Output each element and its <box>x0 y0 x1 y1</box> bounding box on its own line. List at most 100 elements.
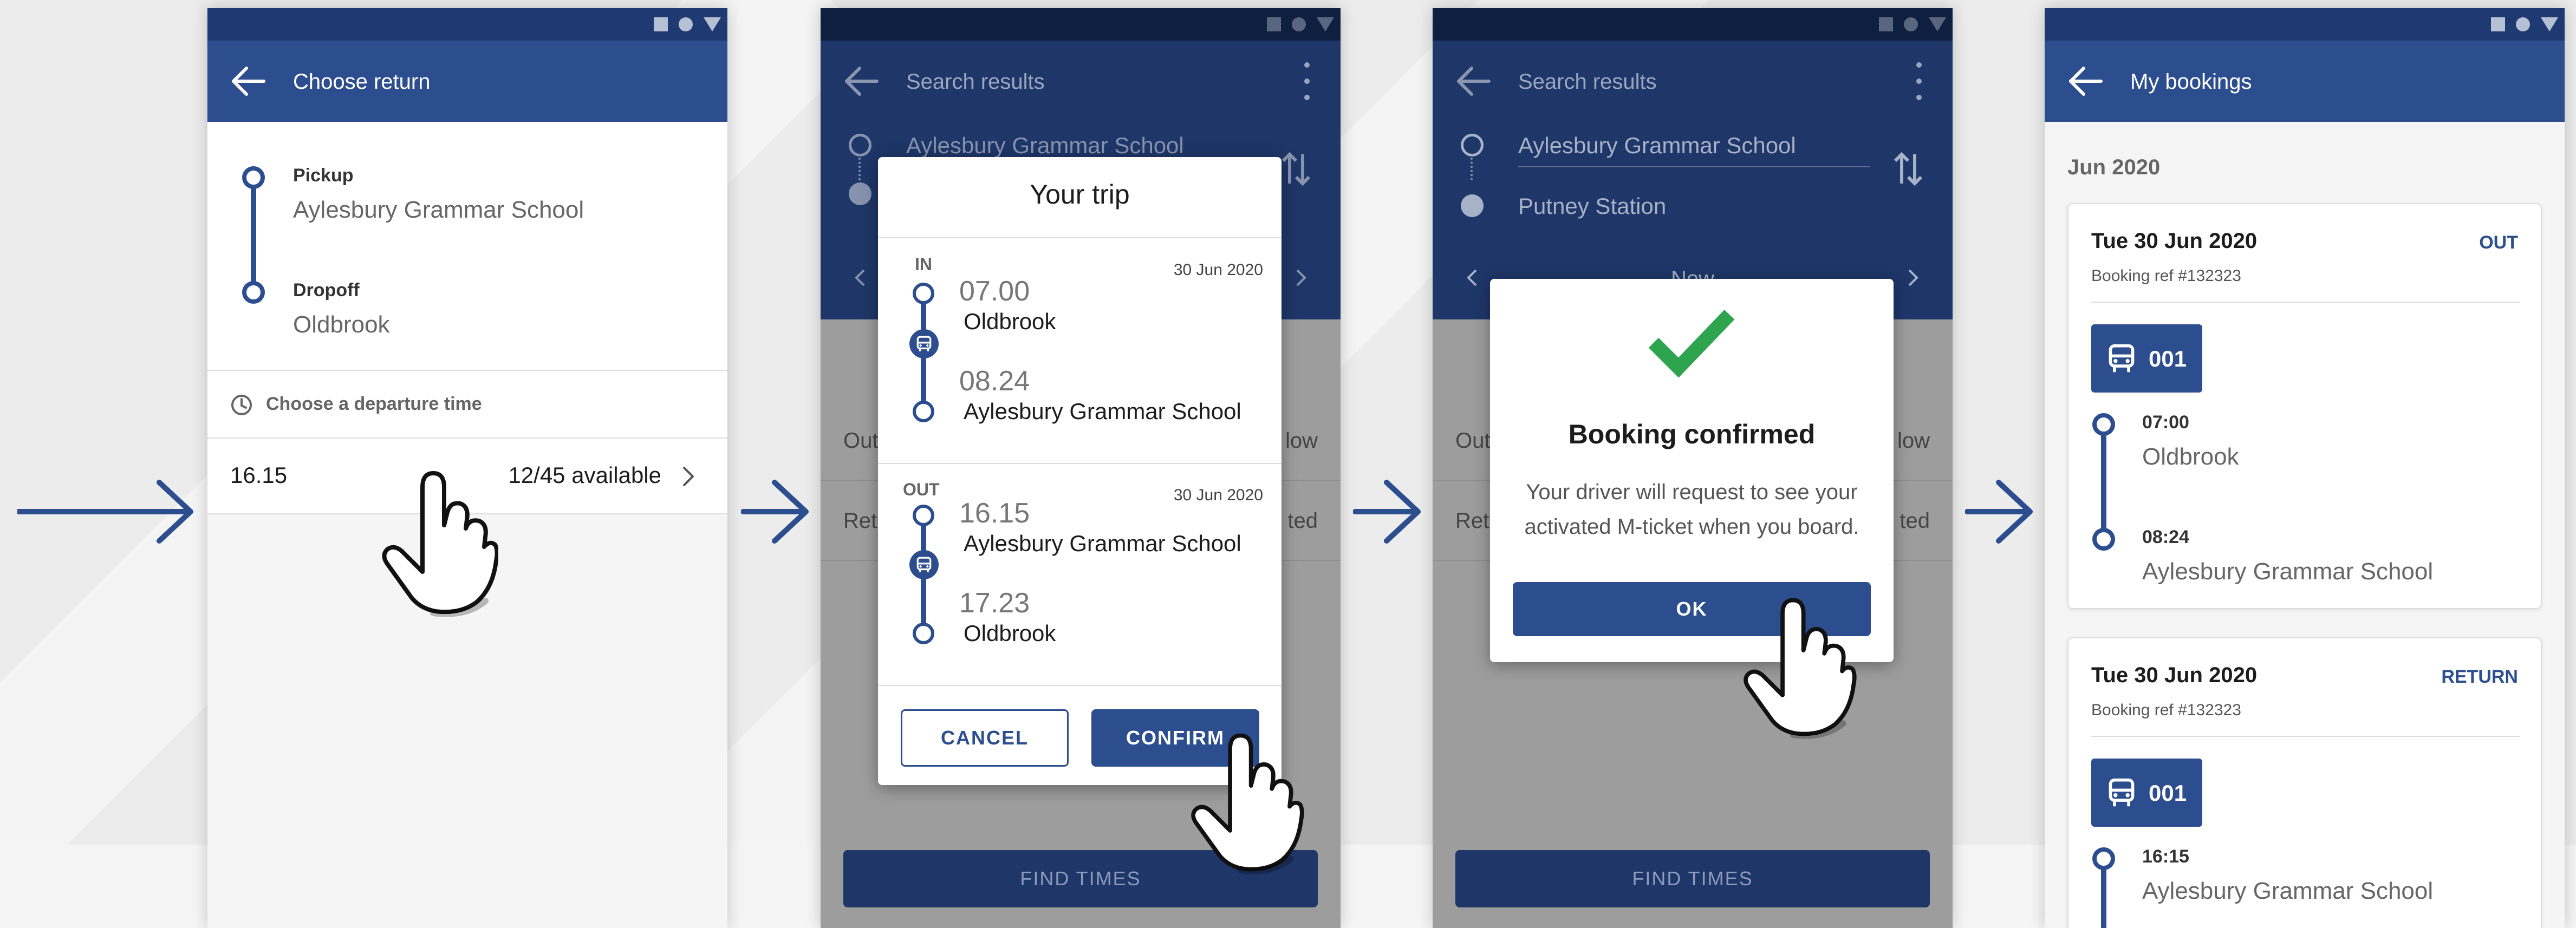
route-line <box>2101 434 2106 529</box>
find-times-button[interactable]: FIND TIMES <box>1455 850 1930 907</box>
clock-icon <box>231 395 252 415</box>
app-bar: Search results <box>1433 41 1953 122</box>
divider <box>2091 302 2520 303</box>
dropoff-label: Dropoff <box>293 280 360 300</box>
swap-icon[interactable] <box>1280 150 1312 188</box>
route-dotted-line <box>1471 158 1473 180</box>
departure-time: 16.15 <box>230 462 288 488</box>
dialog-title: Booking confirmed <box>1568 419 1816 449</box>
stop-marker-icon <box>2092 528 2115 551</box>
booking-ref: Booking ref #132323 <box>2091 267 2241 285</box>
flow-arrow-icon <box>1353 480 1421 544</box>
circle-icon <box>2516 17 2530 31</box>
filter-row-value: ted <box>1900 509 1930 533</box>
page-title: Search results <box>906 70 1045 94</box>
filter-row-value: low <box>1285 429 1318 453</box>
back-arrow-icon[interactable] <box>843 65 879 97</box>
cancel-button[interactable]: CANCEL <box>901 709 1069 767</box>
flow-arrow-icon <box>741 480 809 544</box>
stop-marker-icon <box>2092 413 2115 436</box>
app-bar: Choose return <box>207 41 727 122</box>
chevron-right-icon <box>683 467 694 486</box>
chevron-right-icon[interactable] <box>1907 268 1919 287</box>
dialog-title: Your trip <box>1030 179 1130 210</box>
triangle-icon <box>1929 17 1946 31</box>
status-bar <box>1433 8 1953 41</box>
booking-direction: RETURN <box>2441 666 2518 687</box>
dialog-message-line: Your driver will request to see your <box>1526 480 1858 504</box>
arrival-stop: Aylesbury Grammar School <box>964 398 1241 424</box>
route-line <box>2101 868 2106 928</box>
origin-marker-icon <box>1461 134 1484 156</box>
dropoff-value: Oldbrook <box>293 311 390 338</box>
month-header: Jun 2020 <box>2067 155 2161 179</box>
stop-time: 08:24 <box>2142 527 2189 547</box>
arrival-time: 08.24 <box>959 365 1030 397</box>
dropoff-marker-icon <box>242 281 265 304</box>
route-line <box>251 188 256 283</box>
destination-field[interactable]: Putney Station <box>1518 193 1666 219</box>
filter-row-label: Ret <box>1455 509 1489 533</box>
stop-time: 16:15 <box>2142 846 2189 867</box>
dialog-message-line: activated M-ticket when you board. <box>1524 515 1859 539</box>
pointer-hand-icon <box>1191 733 1304 874</box>
screen-my-bookings: My bookings Jun 2020 Tue 30 Jun 2020 OUT… <box>2045 8 2565 928</box>
leg-tag-in: IN <box>915 254 932 274</box>
circle-icon <box>1904 17 1918 31</box>
swap-icon[interactable] <box>1892 150 1924 188</box>
arrival-stop: Oldbrook <box>964 620 1056 646</box>
route-dotted-line <box>858 158 861 180</box>
chevron-left-icon[interactable] <box>854 268 866 287</box>
departure-time: 07.00 <box>959 276 1030 307</box>
status-bar <box>207 8 727 41</box>
departure-time: 16.15 <box>959 498 1030 529</box>
status-bar <box>2045 8 2565 41</box>
destination-marker-icon <box>1461 194 1484 217</box>
pickup-label: Pickup <box>293 165 354 186</box>
screen-booking-confirmed: Search results Aylesbury Grammar School … <box>1433 8 1953 928</box>
back-arrow-icon[interactable] <box>230 65 266 97</box>
destination-marker-icon <box>849 182 871 205</box>
circle-icon <box>679 17 693 31</box>
stop-name: Aylesbury Grammar School <box>2142 558 2434 585</box>
origin-field[interactable]: Aylesbury Grammar School <box>906 133 1184 159</box>
stop-name: Oldbrook <box>2142 443 2239 470</box>
flow-arrow-icon <box>1965 480 2033 544</box>
leg-stop-marker-icon <box>913 401 934 422</box>
page-title: My bookings <box>2130 70 2252 94</box>
status-bar <box>821 8 1341 41</box>
bus-icon <box>909 329 939 358</box>
booking-date: Tue 30 Jun 2020 <box>2091 663 2258 687</box>
bus-icon <box>909 550 939 579</box>
stop-time: 07:00 <box>2142 412 2189 433</box>
more-menu-icon[interactable] <box>1915 62 1923 100</box>
square-icon <box>654 17 668 31</box>
departure-stop: Oldbrook <box>964 309 1056 334</box>
back-arrow-icon[interactable] <box>2067 65 2103 97</box>
pointer-hand-icon <box>382 471 498 617</box>
pointer-hand-icon <box>1744 598 1857 739</box>
back-arrow-icon[interactable] <box>1455 65 1491 97</box>
divider <box>2091 736 2520 737</box>
triangle-icon <box>2541 17 2558 31</box>
stop-name: Aylesbury Grammar School <box>2142 878 2434 904</box>
origin-field[interactable]: Aylesbury Grammar School <box>1518 133 1870 167</box>
chevron-right-icon[interactable] <box>1295 268 1307 287</box>
route-number: 001 <box>2149 346 2187 371</box>
bus-icon <box>2109 778 2135 807</box>
booking-card[interactable]: Tue 30 Jun 2020 RETURN Booking ref #1323… <box>2067 637 2542 928</box>
pickup-marker-icon <box>242 166 265 189</box>
booking-card[interactable]: Tue 30 Jun 2020 OUT Booking ref #132323 … <box>2067 203 2542 609</box>
more-menu-icon[interactable] <box>1303 62 1311 100</box>
square-icon <box>1267 17 1281 31</box>
leg-stop-marker-icon <box>913 505 934 526</box>
leg-date: 30 Jun 2020 <box>1173 486 1263 504</box>
app-bar: Search results <box>821 41 1341 122</box>
departure-stop: Aylesbury Grammar School <box>964 531 1241 556</box>
route-badge: 001 <box>2091 759 2202 827</box>
route-card: Pickup Aylesbury Grammar School Dropoff … <box>207 122 727 371</box>
origin-marker-icon <box>849 134 871 156</box>
leg-stop-marker-icon <box>913 283 934 304</box>
leg-date: 30 Jun 2020 <box>1173 261 1263 279</box>
route-line <box>921 525 926 633</box>
